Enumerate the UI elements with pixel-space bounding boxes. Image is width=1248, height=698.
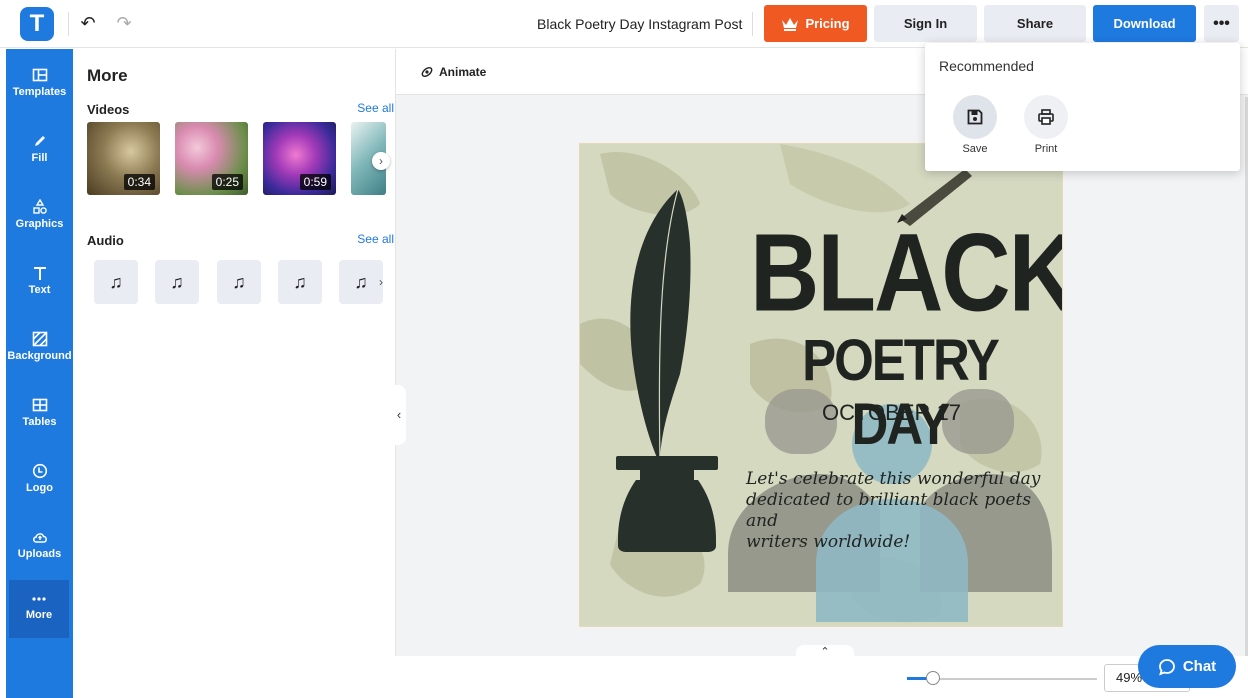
sidebar-item-fill[interactable]: Fill [6,123,73,181]
sidebar-item-label: Background [7,350,72,362]
sidebar-item-label: Uploads [17,548,62,560]
table-icon [32,398,47,412]
music-note-icon: ♫ [354,271,368,292]
music-note-icon: ♫ [109,271,123,292]
sidebar-item-graphics[interactable]: Graphics [6,189,73,247]
sidebar-item-label: Templates [12,86,67,98]
logo-icon [32,463,47,479]
poster-tagline[interactable]: Let's celebrate this wonderful day dedic… [746,469,1046,553]
sidebar-item-uploads[interactable]: Uploads [6,519,73,577]
pricing-label: Pricing [805,16,850,31]
document-title[interactable]: Black Poetry Day Instagram Post [537,16,742,32]
sidebar-item-tables[interactable]: Tables [6,387,73,445]
download-button[interactable]: Download [1093,5,1196,42]
text-icon [33,267,46,280]
chevron-left-icon: ‹ [396,407,402,422]
video-thumbnail[interactable]: 0:59 [263,122,336,195]
sidebar-item-text[interactable]: Text [6,255,73,313]
more-options-button[interactable]: ••• [1204,5,1239,42]
audio-next-arrow-icon[interactable]: › [372,273,390,291]
audio-item[interactable]: ♫ [278,260,322,304]
videos-section-title: Videos [87,102,130,117]
audio-item[interactable]: ♫ [94,260,138,304]
pricing-button[interactable]: Pricing [764,5,867,42]
sidebar-item-label: Tables [22,416,57,428]
poster-tagline-line: dedicated to brilliant black poets and [746,490,1032,531]
audio-see-all-link[interactable]: See all [357,232,394,246]
sidebar-item-label: More [25,609,53,621]
app-logo[interactable]: T [20,7,54,41]
chat-label: Chat [1182,658,1217,675]
templates-icon [32,68,47,82]
poster-subheadline[interactable]: POETRY DAY [750,327,1050,457]
videos-next-arrow-icon[interactable]: › [372,152,390,170]
videos-see-all-link[interactable]: See all [357,101,394,115]
audio-item[interactable]: ♫ [155,260,199,304]
audio-item[interactable]: ♫ [217,260,261,304]
video-thumbnail[interactable]: 0:34 [87,122,160,195]
sidebar-item-label: Text [28,284,51,296]
divider [68,12,69,36]
animate-button[interactable]: Animate [420,65,486,79]
audio-section-title: Audio [87,233,124,248]
sidebar-item-label: Logo [26,482,53,494]
sidebar-item-label: Graphics [15,218,64,230]
poster-date[interactable]: OCTOBER 17 [750,400,1033,426]
divider [752,12,753,36]
sidebar-item-logo[interactable]: Logo [6,453,73,511]
sidebar-item-background[interactable]: Background [6,321,73,379]
shapes-icon [32,199,47,214]
print-option[interactable]: Print [1016,95,1076,155]
dropdown-title: Recommended [939,58,1034,74]
video-duration: 0:34 [123,174,155,190]
more-options-dropdown: Recommended Save Print [925,43,1240,171]
zoom-slider-handle[interactable] [926,671,940,685]
print-label: Print [1034,143,1058,155]
background-icon [32,331,47,347]
animate-icon [421,66,433,78]
sidebar-item-templates[interactable]: Templates [6,57,73,115]
undo-icon[interactable]: ↶ [78,13,98,33]
more-dots-icon [32,597,46,601]
poster-headline[interactable]: BLACK [750,215,1062,331]
save-option[interactable]: Save [945,95,1005,155]
music-note-icon: ♫ [293,271,307,292]
sign-in-button[interactable]: Sign In [874,5,977,42]
chat-button[interactable]: Chat [1138,645,1236,688]
music-note-icon: ♫ [232,271,246,292]
save-label: Save [962,143,988,155]
redo-icon[interactable]: ↷ [114,13,134,33]
poster-tagline-line: writers worldwide! [746,532,911,552]
panel-title: More [87,66,128,85]
sidebar: Templates Fill Graphics Text Background … [6,49,73,698]
design-canvas[interactable]: BLACK POETRY DAY OCTOBER 17 Let's celebr… [579,143,1063,627]
animate-label: Animate [439,65,487,79]
chat-bubble-icon [1158,658,1175,676]
poster-tagline-line: Let's celebrate this wonderful day [746,469,1041,489]
upload-cloud-icon [32,533,47,543]
more-panel: More Videos See all 0:34 0:25 0:59 › Aud… [73,49,395,698]
video-duration: 0:59 [299,174,331,190]
print-icon [1024,95,1068,139]
crown-icon [782,17,799,31]
pencil-icon [34,136,45,146]
save-icon [953,95,997,139]
music-note-icon: ♫ [170,271,184,292]
status-bar: 49% [395,656,1248,698]
top-bar: T ↶ ↷ Black Poetry Day Instagram Post Pr… [0,0,1248,48]
video-thumbnail[interactable]: 0:25 [175,122,248,195]
sidebar-item-label: Fill [31,152,48,164]
video-duration: 0:25 [211,174,243,190]
collapse-panel-button[interactable]: ‹ [392,385,406,445]
sidebar-item-more[interactable]: More [9,580,69,638]
share-button[interactable]: Share [984,5,1086,42]
